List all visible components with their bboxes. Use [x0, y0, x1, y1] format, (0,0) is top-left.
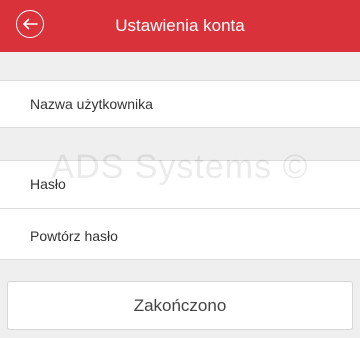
app-header: Ustawienia konta	[0, 0, 360, 52]
repeat-password-field[interactable]: Powtórz hasło	[0, 209, 360, 260]
username-label: Nazwa użytkownika	[30, 96, 153, 112]
password-label: Hasło	[30, 176, 66, 192]
username-field[interactable]: Nazwa użytkownika	[0, 80, 360, 128]
password-field[interactable]: Hasło	[0, 160, 360, 208]
done-button[interactable]: Zakończono	[7, 281, 353, 330]
page-title: Ustawienia konta	[115, 16, 245, 35]
repeat-password-label: Powtórz hasło	[30, 228, 118, 244]
